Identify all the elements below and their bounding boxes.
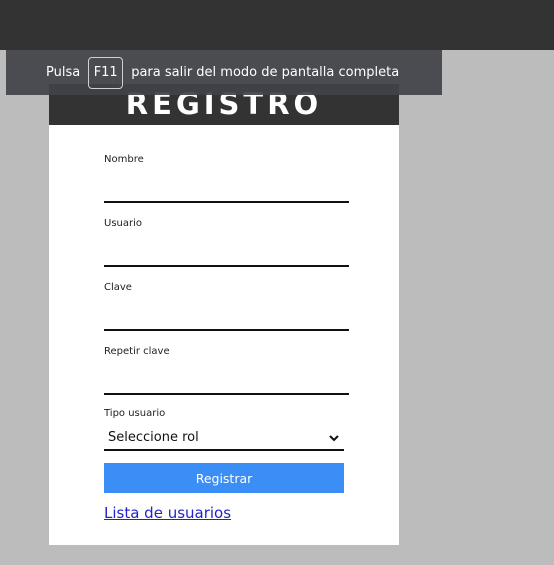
fullscreen-toast: Pulsa F11 para salir del modo de pantall…	[6, 50, 442, 95]
password-field-group: Clave	[104, 281, 349, 331]
role-select[interactable]: Seleccione rol	[104, 426, 344, 451]
user-list-link[interactable]: Lista de usuarios	[104, 504, 231, 522]
toast-prefix: Pulsa	[46, 65, 81, 80]
role-label: Tipo usuario	[104, 408, 166, 419]
toast-message: para salir del modo de pantalla completa	[131, 65, 400, 80]
f11-key: F11	[88, 56, 124, 89]
register-button[interactable]: Registrar	[104, 463, 344, 493]
username-field-group: Usuario	[104, 217, 349, 267]
password-label: Clave	[104, 282, 132, 293]
name-input[interactable]	[104, 178, 349, 203]
role-select-value: Seleccione rol	[108, 430, 199, 445]
password-input[interactable]	[104, 306, 349, 331]
register-card: REGISTRO Nombre Usuario Clave Repetir cl…	[49, 84, 399, 545]
name-field-group: Nombre	[104, 153, 349, 203]
browser-top-bar	[0, 0, 554, 50]
repeat-password-input[interactable]	[104, 370, 349, 395]
name-label: Nombre	[104, 154, 144, 165]
username-input[interactable]	[104, 242, 349, 267]
repeat-password-label: Repetir clave	[104, 346, 170, 357]
role-field-group: Tipo usuario Seleccione rol	[104, 407, 344, 451]
chevron-down-icon	[329, 434, 339, 441]
username-label: Usuario	[104, 218, 143, 229]
repeat-password-field-group: Repetir clave	[104, 345, 349, 395]
